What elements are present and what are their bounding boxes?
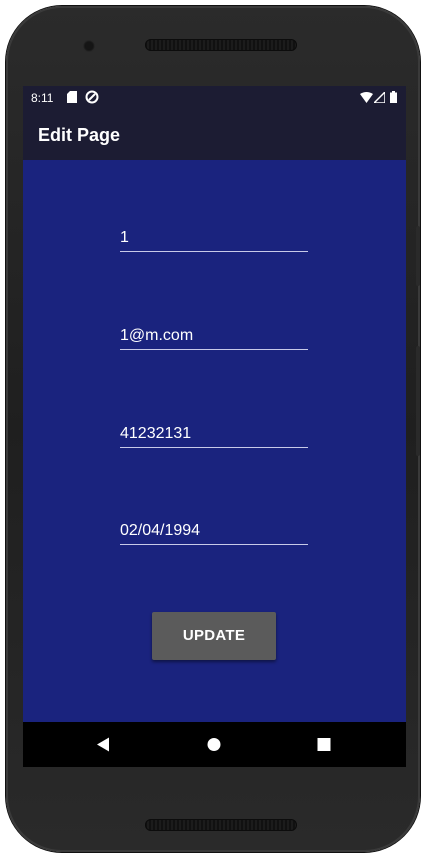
navigation-bar [23, 722, 406, 767]
page-title: Edit Page [38, 125, 121, 145]
cellular-signal-icon [372, 90, 386, 106]
volume-button [416, 346, 420, 456]
home-button[interactable] [184, 722, 244, 767]
recents-icon [317, 738, 331, 751]
top-speaker-grille [145, 39, 297, 51]
app-bar: Edit Page [23, 110, 406, 160]
device-screen: 8:11 Edit Page 1 1@m.com 41232131 02/04/… [23, 86, 406, 767]
wifi-icon [360, 92, 373, 106]
sync-icon [85, 90, 99, 107]
recents-button[interactable] [294, 722, 354, 767]
home-icon [207, 738, 221, 751]
update-button[interactable]: UPDATE [152, 612, 276, 660]
sd-card-icon [67, 91, 77, 106]
field-id[interactable]: 1 [120, 227, 308, 252]
back-icon [97, 737, 109, 752]
status-bar: 8:11 [23, 86, 406, 110]
field-birth-date[interactable]: 02/04/1994 [120, 520, 308, 545]
field-phone[interactable]: 41232131 [120, 423, 308, 448]
front-camera [83, 40, 95, 52]
field-email[interactable]: 1@m.com [120, 325, 308, 350]
status-time: 8:11 [31, 91, 54, 105]
bottom-speaker-grille [145, 819, 297, 831]
battery-icon [390, 91, 397, 106]
edit-form: 1 1@m.com 41232131 02/04/1994 UPDATE [23, 160, 406, 722]
power-button [416, 226, 420, 286]
back-button[interactable] [73, 722, 133, 767]
